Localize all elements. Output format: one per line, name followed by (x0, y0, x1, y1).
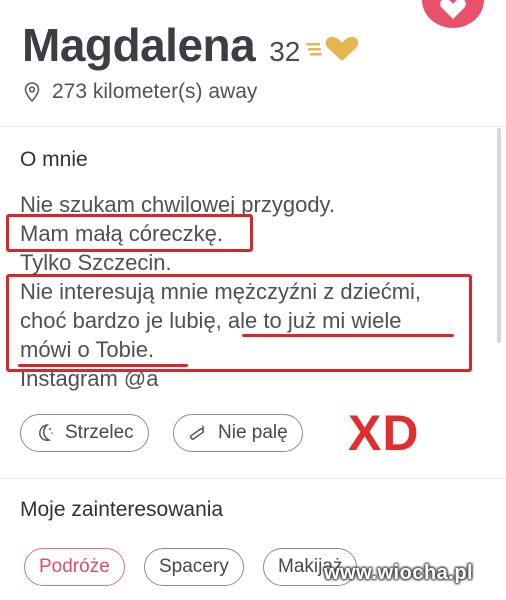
overlay-xd-text: XD (348, 405, 420, 461)
badge-smoking[interactable]: Nie palę (173, 414, 303, 452)
profile-screen: Magdalena 32 273 kilometer(s) away O mni… (0, 0, 506, 600)
name-row: Magdalena 32 (22, 18, 362, 72)
about-section-title: O mnie (20, 148, 88, 171)
highlight-box-children (6, 274, 472, 372)
interest-label: Spacery (159, 556, 229, 577)
highlight-underline (242, 334, 454, 337)
no-smoking-icon (189, 425, 205, 441)
distance-row: 273 kilometer(s) away (24, 80, 257, 104)
moon-zodiac-icon (39, 423, 53, 441)
location-pin-icon (24, 82, 40, 102)
badge-label: Nie palę (218, 422, 288, 443)
badge-zodiac[interactable]: Strzelec (20, 414, 149, 452)
interest-chip-travel[interactable]: Podróże (24, 548, 125, 586)
gold-heart-badge-icon (306, 36, 359, 61)
divider (0, 126, 506, 127)
watermark: www.wiocha.pl (324, 562, 474, 584)
like-button[interactable] (422, 0, 484, 28)
interests-section-title: Moje zainteresowania (20, 498, 224, 521)
badge-label: Strzelec (65, 422, 134, 443)
highlight-underline (18, 364, 188, 367)
interest-chip-walks[interactable]: Spacery (144, 548, 244, 586)
profile-age: 32 (269, 36, 301, 67)
scrollbar[interactable] (497, 128, 501, 343)
distance-text: 273 kilometer(s) away (52, 80, 258, 103)
highlight-box-daughter (6, 214, 253, 252)
divider (0, 478, 506, 479)
heart-icon (440, 0, 466, 19)
about-line: Tylko Szczecin. (20, 250, 172, 275)
profile-name: Magdalena (22, 19, 256, 71)
interest-label: Podróże (39, 556, 110, 577)
